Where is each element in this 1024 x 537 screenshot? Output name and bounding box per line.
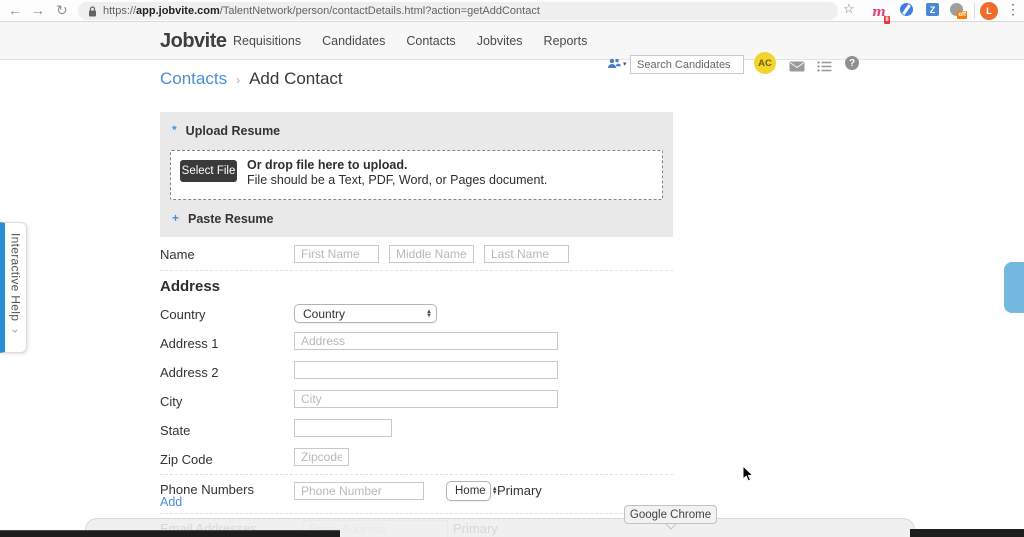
profile-avatar[interactable]: L (980, 2, 998, 20)
address-bar[interactable]: https://app.jobvite.com/TalentNetwork/pe… (78, 2, 838, 20)
lock-icon (88, 6, 97, 17)
page-title: Add Contact (249, 69, 343, 89)
address1-input[interactable] (294, 332, 558, 350)
nav-item-jobvites[interactable]: Jobvites (477, 34, 523, 48)
city-label: City (160, 394, 182, 409)
breadcrumb-contacts-link[interactable]: Contacts (160, 69, 227, 89)
state-input[interactable] (294, 419, 392, 437)
country-select-value: Country (303, 307, 420, 321)
address-heading: Address (160, 278, 220, 295)
browser-toolbar: ← → ↻ https://app.jobvite.com/TalentNetw… (0, 0, 1024, 22)
off-badge: off (957, 11, 967, 19)
forward-icon[interactable]: → (31, 2, 45, 18)
phone-type-value: Home (455, 485, 486, 497)
extension-circle-icon[interactable] (900, 3, 913, 16)
nav-item-reports[interactable]: Reports (544, 34, 588, 48)
nav-item-requisitions[interactable]: Requisitions (233, 34, 301, 48)
url-text: https://app.jobvite.com/TalentNetwork/pe… (103, 5, 540, 17)
chevron-icon: › (9, 329, 23, 333)
section-divider (160, 474, 673, 475)
extension-z-icon[interactable]: Z (926, 3, 939, 16)
country-label: Country (160, 307, 206, 322)
address2-input[interactable] (294, 361, 558, 379)
user-avatar[interactable]: AC (754, 52, 776, 74)
first-name-input[interactable] (294, 245, 379, 263)
file-dropzone[interactable]: Select File Or drop file here to upload.… (170, 150, 663, 200)
jobvite-logo[interactable]: Jobvite (160, 30, 227, 53)
interactive-help-tab[interactable]: Interactive Help › (0, 222, 27, 353)
phone-type-select[interactable]: Home ▲▼ (446, 481, 491, 501)
extension-mail-icon[interactable]: m 8 (872, 3, 886, 21)
upload-resume-label: Upload Resume (186, 124, 280, 138)
circle-slash (902, 4, 910, 14)
dropzone-text: Or drop file here to upload. File should… (247, 158, 547, 188)
nav-item-contacts[interactable]: Contacts (406, 34, 455, 48)
drop-filetypes: File should be a Text, PDF, Word, or Pag… (247, 173, 547, 188)
state-label: State (160, 423, 190, 438)
phone-primary-label: Primary (497, 483, 542, 498)
background-window-edge-right (910, 529, 1024, 537)
phone-number-input[interactable] (294, 482, 424, 500)
reload-icon[interactable]: ↻ (56, 2, 68, 19)
chrome-menu-icon[interactable]: ⋮ (1006, 1, 1020, 18)
messages-icon[interactable] (789, 59, 805, 77)
country-select[interactable]: Country ▲▼ (294, 304, 437, 323)
nav-links: Requisitions Candidates Contacts Jobvite… (233, 22, 587, 60)
last-name-input[interactable] (484, 245, 569, 263)
zip-input[interactable] (294, 448, 349, 466)
paste-resume-label: Paste Resume (188, 212, 273, 226)
select-arrows-icon: ▲▼ (426, 310, 432, 318)
breadcrumb: Contacts › Add Contact (160, 69, 343, 89)
address1-label: Address 1 (160, 336, 219, 351)
extension-off-icon[interactable]: off (950, 3, 963, 16)
breadcrumb-separator: › (236, 73, 240, 87)
toolbar-divider (974, 3, 975, 19)
middle-name-input[interactable] (389, 245, 474, 263)
app-navbar: Jobvite Requisitions Candidates Contacts… (0, 22, 1024, 60)
city-input[interactable] (294, 390, 558, 408)
mouse-cursor (742, 465, 754, 488)
bookmark-star-icon[interactable]: ☆ (843, 1, 855, 17)
feedback-side-tab[interactable] (1004, 262, 1024, 313)
interactive-help-label: Interactive Help (9, 233, 23, 321)
resume-panel: * Upload Resume Select File Or drop file … (160, 112, 673, 237)
section-divider (160, 270, 673, 271)
screen: ← → ↻ https://app.jobvite.com/TalentNetw… (0, 0, 1024, 537)
help-icon[interactable]: ? (845, 56, 859, 70)
address2-label: Address 2 (160, 365, 219, 380)
upload-resume-header[interactable]: * Upload Resume (172, 124, 280, 138)
required-asterisk: * (172, 123, 177, 137)
zip-label: Zip Code (160, 452, 213, 467)
select-file-button[interactable]: Select File (180, 160, 237, 182)
dock-tooltip: Google Chrome (624, 505, 717, 524)
drop-instruction: Or drop file here to upload. (247, 158, 547, 173)
nav-item-candidates[interactable]: Candidates (322, 34, 385, 48)
caret-down-icon: ▾ (623, 60, 627, 68)
add-phone-link[interactable]: Add (160, 495, 182, 509)
paste-resume-header[interactable]: + Paste Resume (172, 212, 273, 226)
back-icon[interactable]: ← (8, 2, 22, 18)
name-label: Name (160, 247, 195, 262)
background-window-edge-left (0, 530, 340, 537)
mail-badge: 8 (884, 16, 889, 24)
search-input[interactable] (630, 55, 744, 74)
search-scope-icon[interactable]: ▾ (607, 58, 627, 69)
list-icon[interactable] (817, 59, 832, 77)
expand-plus-icon: + (172, 211, 179, 225)
section-divider (160, 513, 673, 514)
